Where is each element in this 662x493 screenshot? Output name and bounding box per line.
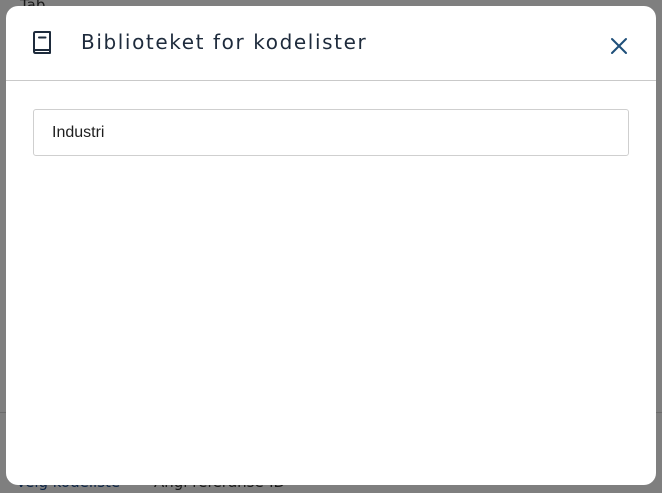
book-icon [33,31,51,54]
close-icon [611,38,627,54]
dialog-title: Biblioteket for kodelister [81,30,368,54]
search-input[interactable] [33,109,629,156]
close-button[interactable] [606,33,632,59]
dialog-header: Biblioteket for kodelister [6,6,656,81]
codelist-library-dialog: Biblioteket for kodelister [6,6,656,485]
